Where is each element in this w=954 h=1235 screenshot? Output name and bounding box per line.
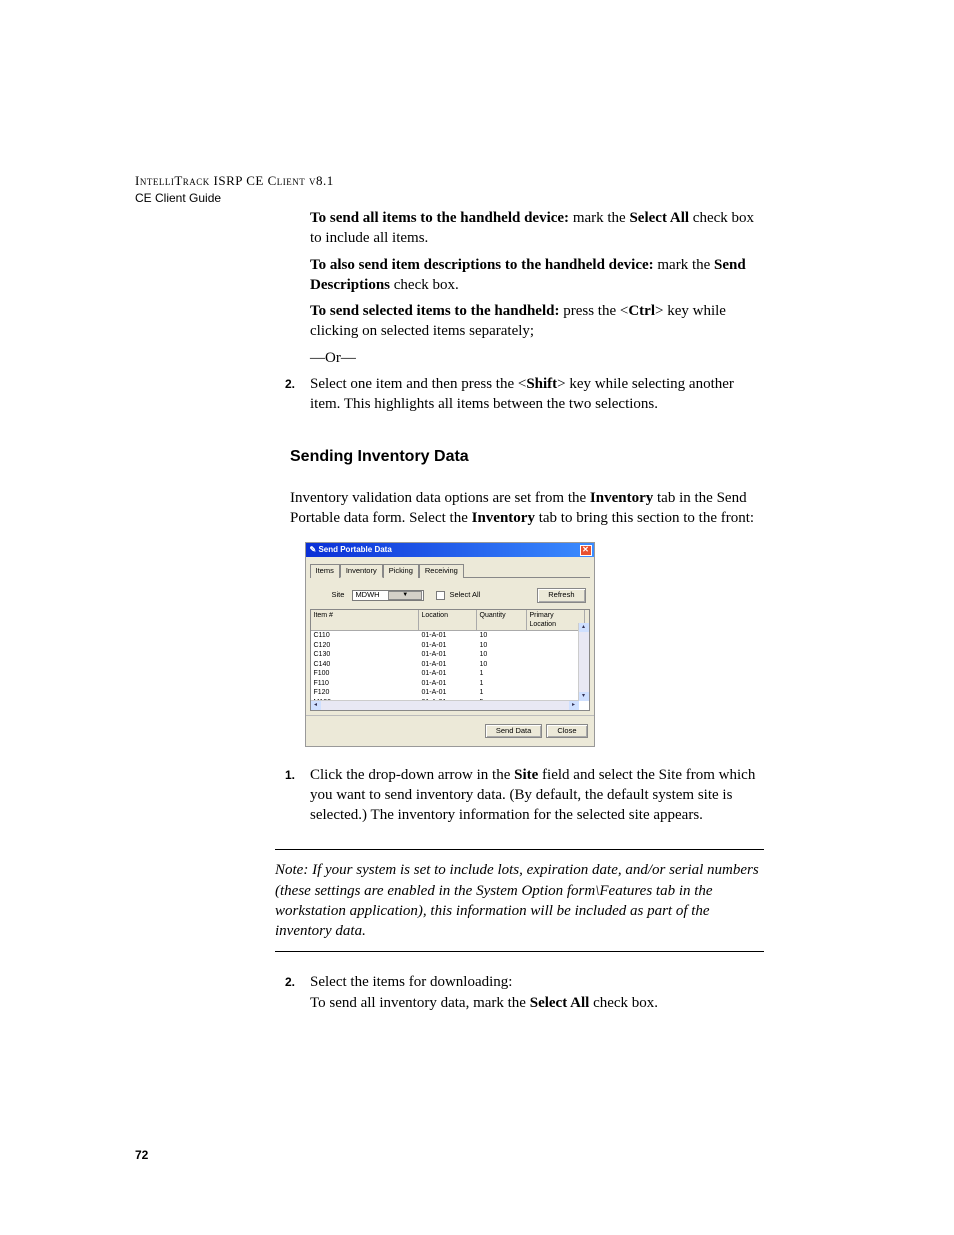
content: To send all items to the handheld device… [135, 208, 764, 1013]
note-rule-bottom [275, 951, 764, 952]
cell-location: 01-A-01 [419, 631, 477, 640]
cell-location: 01-A-01 [419, 650, 477, 659]
wand-icon: ✎ [310, 545, 317, 556]
tab-inventory[interactable]: Inventory [340, 564, 383, 578]
step-1: 1. Click the drop-down arrow in the Site… [285, 765, 764, 826]
running-header: IntelliTrack ISRP CE Client v8.1 CE Clie… [135, 172, 334, 206]
tab-items[interactable]: Items [310, 564, 340, 578]
col-item[interactable]: Item # [311, 610, 419, 631]
step-number: 2. [285, 972, 310, 1013]
cell-quantity: 10 [477, 660, 527, 669]
cell-item: C130 [311, 650, 419, 659]
header-line-1: IntelliTrack ISRP CE Client v8.1 [135, 172, 334, 190]
cell-quantity: 1 [477, 669, 527, 678]
scroll-left-icon[interactable]: ◂ [311, 701, 321, 710]
tab-receiving[interactable]: Receiving [419, 564, 464, 578]
cell-primary-location [527, 650, 585, 659]
site-label: Site [332, 590, 345, 600]
cell-primary-location [527, 631, 585, 640]
scroll-right-icon[interactable]: ▸ [569, 701, 579, 710]
cell-location: 01-A-01 [419, 660, 477, 669]
col-location[interactable]: Location [419, 610, 477, 631]
tab-picking[interactable]: Picking [383, 564, 419, 578]
para-send-desc: To also send item descriptions to the ha… [310, 255, 764, 296]
footer-buttons: Send Data Close [306, 715, 594, 746]
para-send-all: To send all items to the handheld device… [310, 208, 764, 249]
titlebar[interactable]: ✎ Send Portable Data ✕ [306, 543, 594, 557]
site-combo[interactable]: MDWH ▼ [352, 590, 424, 601]
cell-quantity: 1 [477, 679, 527, 688]
note-text: Note: If your system is set to include l… [275, 860, 764, 941]
cell-quantity: 1 [477, 688, 527, 697]
step-number: 1. [285, 765, 310, 826]
header-line-2: CE Client Guide [135, 190, 334, 206]
cell-item: C110 [311, 631, 419, 640]
note-rule-top [275, 849, 764, 850]
cell-location: 01-A-01 [419, 679, 477, 688]
table-row[interactable]: F12001-A-011 [311, 688, 589, 697]
table-row[interactable]: F11001-A-011 [311, 679, 589, 688]
scroll-down-icon[interactable]: ▾ [579, 692, 589, 701]
col-primary-location[interactable]: Primary Location [527, 610, 585, 631]
send-data-button[interactable]: Send Data [485, 724, 542, 738]
para-send-selected: To send selected items to the handheld: … [310, 301, 764, 342]
list-item-2: 2. Select one item and then press the <S… [285, 374, 764, 415]
step-text: Click the drop-down arrow in the Site fi… [310, 765, 764, 826]
intro-paragraphs: To send all items to the handheld device… [310, 208, 764, 368]
select-all-label: Select All [449, 590, 480, 600]
col-quantity[interactable]: Quantity [477, 610, 527, 631]
form-row: Site MDWH ▼ Select All Refresh [306, 578, 594, 608]
section-intro: Inventory validation data options are se… [290, 488, 764, 529]
table-row[interactable]: C11001-A-0110 [311, 631, 589, 640]
inventory-grid[interactable]: Item # Location Quantity Primary Locatio… [310, 609, 590, 711]
cell-location: 01-A-01 [419, 669, 477, 678]
cell-primary-location [527, 641, 585, 650]
list-text: Select one item and then press the <Shif… [310, 374, 764, 415]
cell-quantity: 10 [477, 631, 527, 640]
select-all-checkbox[interactable] [436, 591, 445, 600]
step-text: Select the items for downloading: To sen… [310, 972, 764, 1013]
refresh-button[interactable]: Refresh [537, 588, 585, 602]
close-icon[interactable]: ✕ [580, 545, 592, 556]
cell-item: C140 [311, 660, 419, 669]
grid-header: Item # Location Quantity Primary Locatio… [311, 610, 589, 632]
tabstrip: Items Inventory Picking Receiving [310, 563, 590, 578]
close-button[interactable]: Close [546, 724, 587, 738]
section-heading: Sending Inventory Data [290, 446, 764, 468]
scroll-up-icon[interactable]: ▴ [579, 623, 589, 632]
table-row[interactable]: C13001-A-0110 [311, 650, 589, 659]
step-2: 2. Select the items for downloading: To … [285, 972, 764, 1013]
cell-primary-location [527, 660, 585, 669]
window-title: Send Portable Data [318, 545, 391, 556]
cell-location: 01-A-01 [419, 688, 477, 697]
cell-item: F110 [311, 679, 419, 688]
vertical-scrollbar[interactable]: ▴ ▾ [578, 623, 589, 701]
cell-primary-location [527, 679, 585, 688]
chevron-down-icon[interactable]: ▼ [388, 591, 423, 600]
list-number: 2. [285, 374, 310, 415]
page-number: 72 [135, 1147, 148, 1163]
cell-item: C120 [311, 641, 419, 650]
table-row[interactable]: C14001-A-0110 [311, 660, 589, 669]
cell-item: F100 [311, 669, 419, 678]
page: IntelliTrack ISRP CE Client v8.1 CE Clie… [0, 0, 954, 1235]
cell-location: 01-A-01 [419, 641, 477, 650]
cell-quantity: 10 [477, 650, 527, 659]
table-row[interactable]: C12001-A-0110 [311, 641, 589, 650]
para-or: —Or— [310, 348, 764, 368]
table-row[interactable]: F10001-A-011 [311, 669, 589, 678]
site-value: MDWH [355, 590, 388, 600]
cell-primary-location [527, 688, 585, 697]
grid-body: C11001-A-0110C12001-A-0110C13001-A-0110C… [311, 631, 589, 709]
cell-quantity: 10 [477, 641, 527, 650]
horizontal-scrollbar[interactable]: ◂ ▸ [311, 700, 579, 710]
send-portable-data-window: ✎ Send Portable Data ✕ Items Inventory P… [305, 542, 595, 746]
cell-primary-location [527, 669, 585, 678]
cell-item: F120 [311, 688, 419, 697]
